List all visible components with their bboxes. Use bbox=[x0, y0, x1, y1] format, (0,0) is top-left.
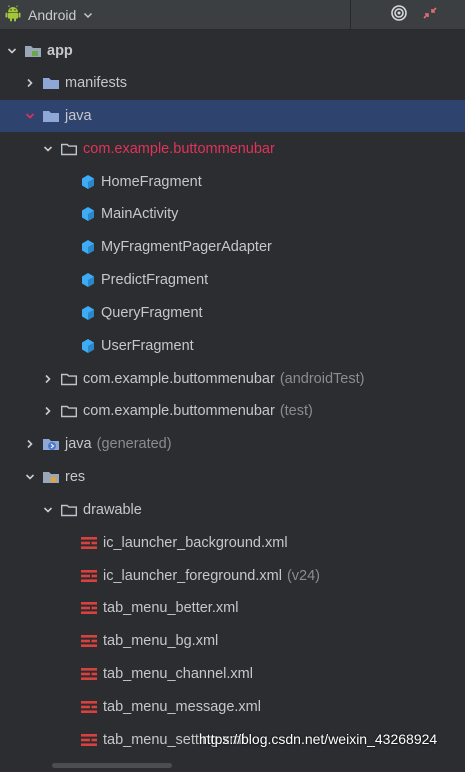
class-icon bbox=[80, 206, 96, 222]
tree-item-suffix: (generated) bbox=[96, 436, 172, 452]
tree-item-label: res bbox=[65, 469, 86, 485]
tree-row[interactable]: ic_launcher_foreground.xml (v24) bbox=[0, 560, 465, 592]
tree-row[interactable]: PredictFragment bbox=[0, 264, 465, 296]
project-panel: Android app manifests java com.example.b… bbox=[0, 0, 465, 772]
folder-icon bbox=[42, 108, 60, 124]
toolbar-separator bbox=[350, 0, 351, 30]
generated-folder-icon bbox=[42, 436, 60, 452]
project-view-selector[interactable]: Android bbox=[4, 0, 94, 30]
tree-row[interactable]: app bbox=[0, 35, 465, 67]
chevron-right-icon[interactable] bbox=[24, 438, 36, 450]
xml-file-icon bbox=[80, 732, 98, 748]
chevron-down-icon[interactable] bbox=[6, 45, 18, 57]
collapse-all-icon bbox=[422, 5, 438, 25]
tree-item-label: com.example.buttommenubar bbox=[83, 371, 275, 387]
xml-file-icon bbox=[80, 535, 98, 551]
tree-item-label: com.example.buttommenubar bbox=[83, 141, 275, 157]
chevron-down-icon[interactable] bbox=[24, 110, 36, 122]
collapse-all-button[interactable] bbox=[420, 5, 440, 25]
xml-file-icon bbox=[80, 600, 98, 616]
class-icon bbox=[80, 272, 96, 288]
tree-item-label: MainActivity bbox=[101, 206, 179, 222]
tree-row[interactable]: manifests bbox=[0, 67, 465, 99]
class-icon bbox=[80, 305, 96, 321]
tree-item-label: PredictFragment bbox=[101, 272, 209, 288]
resource-folder-icon bbox=[42, 469, 60, 485]
tree-row[interactable]: MyFragmentPagerAdapter bbox=[0, 231, 465, 263]
folder-icon bbox=[42, 75, 60, 91]
tree-item-label: tab_menu_better.xml bbox=[103, 600, 239, 616]
chevron-down-icon bbox=[82, 6, 94, 25]
class-icon bbox=[80, 239, 96, 255]
chevron-down-icon[interactable] bbox=[24, 471, 36, 483]
tree-item-suffix: (androidTest) bbox=[279, 371, 365, 387]
tree-row[interactable]: ic_launcher_background.xml bbox=[0, 527, 465, 559]
tree-row[interactable]: com.example.buttommenubar bbox=[0, 133, 465, 165]
tree-row[interactable]: UserFragment bbox=[0, 330, 465, 362]
class-icon bbox=[80, 174, 96, 190]
project-toolbar: Android bbox=[0, 0, 465, 30]
tree-row[interactable]: java bbox=[0, 100, 465, 132]
tree-row[interactable]: drawable bbox=[0, 494, 465, 526]
class-icon bbox=[80, 338, 96, 354]
tree-item-suffix: (test) bbox=[279, 403, 313, 419]
tree-item-label: QueryFragment bbox=[101, 305, 203, 321]
android-icon bbox=[4, 4, 22, 26]
tree-row[interactable]: QueryFragment bbox=[0, 297, 465, 329]
xml-file-icon bbox=[80, 666, 98, 682]
tree-item-label: tab_menu_channel.xml bbox=[103, 666, 253, 682]
tree-item-label: java bbox=[65, 436, 92, 452]
package-icon bbox=[60, 403, 78, 419]
package-icon bbox=[60, 502, 78, 518]
tree-item-label: manifests bbox=[65, 75, 128, 91]
package-icon bbox=[60, 371, 78, 387]
xml-file-icon bbox=[80, 633, 98, 649]
tree-item-label: drawable bbox=[83, 502, 142, 518]
package-icon bbox=[60, 141, 78, 157]
tree-item-suffix: (v24) bbox=[286, 568, 320, 584]
tree-row[interactable]: java (generated) bbox=[0, 428, 465, 460]
select-opened-file-button[interactable] bbox=[389, 5, 409, 25]
xml-file-icon bbox=[80, 568, 98, 584]
tree-item-label: UserFragment bbox=[101, 338, 194, 354]
tree-item-label: HomeFragment bbox=[101, 174, 202, 190]
tree-item-label: tab_menu_bg.xml bbox=[103, 633, 219, 649]
module-folder-icon bbox=[24, 43, 42, 59]
tree-row[interactable]: tab_menu_bg.xml bbox=[0, 625, 465, 657]
tree-row[interactable]: HomeFragment bbox=[0, 166, 465, 198]
tree-row[interactable]: tab_menu_message.xml bbox=[0, 691, 465, 723]
chevron-down-icon[interactable] bbox=[42, 504, 54, 516]
tree-item-label: app bbox=[47, 43, 73, 59]
tree-item-label: ic_launcher_foreground.xml bbox=[103, 568, 282, 584]
tree-item-label: tab_menu_message.xml bbox=[103, 699, 261, 715]
tree-item-label: ic_launcher_background.xml bbox=[103, 535, 288, 551]
xml-file-icon bbox=[80, 699, 98, 715]
tree-item-label: com.example.buttommenubar bbox=[83, 403, 275, 419]
tree-item-label: MyFragmentPagerAdapter bbox=[101, 239, 272, 255]
tree-item-label: java bbox=[65, 108, 92, 124]
chevron-right-icon[interactable] bbox=[42, 405, 54, 417]
tree-row[interactable]: com.example.buttommenubar (test) bbox=[0, 395, 465, 427]
tree-row[interactable]: MainActivity bbox=[0, 198, 465, 230]
horizontal-scrollbar[interactable] bbox=[52, 763, 172, 768]
tree-row[interactable]: tab_menu_channel.xml bbox=[0, 658, 465, 690]
tree-row[interactable]: tab_menu_better.xml bbox=[0, 592, 465, 624]
tree-row[interactable]: com.example.buttommenubar (androidTest) bbox=[0, 363, 465, 395]
tree-row[interactable]: res bbox=[0, 461, 465, 493]
watermark-text: https://blog.csdn.net/weixin_43268924 bbox=[199, 731, 438, 747]
target-icon bbox=[390, 4, 408, 26]
chevron-right-icon[interactable] bbox=[42, 373, 54, 385]
project-view-label: Android bbox=[28, 7, 77, 23]
chevron-right-icon[interactable] bbox=[24, 77, 36, 89]
chevron-down-icon[interactable] bbox=[42, 143, 54, 155]
